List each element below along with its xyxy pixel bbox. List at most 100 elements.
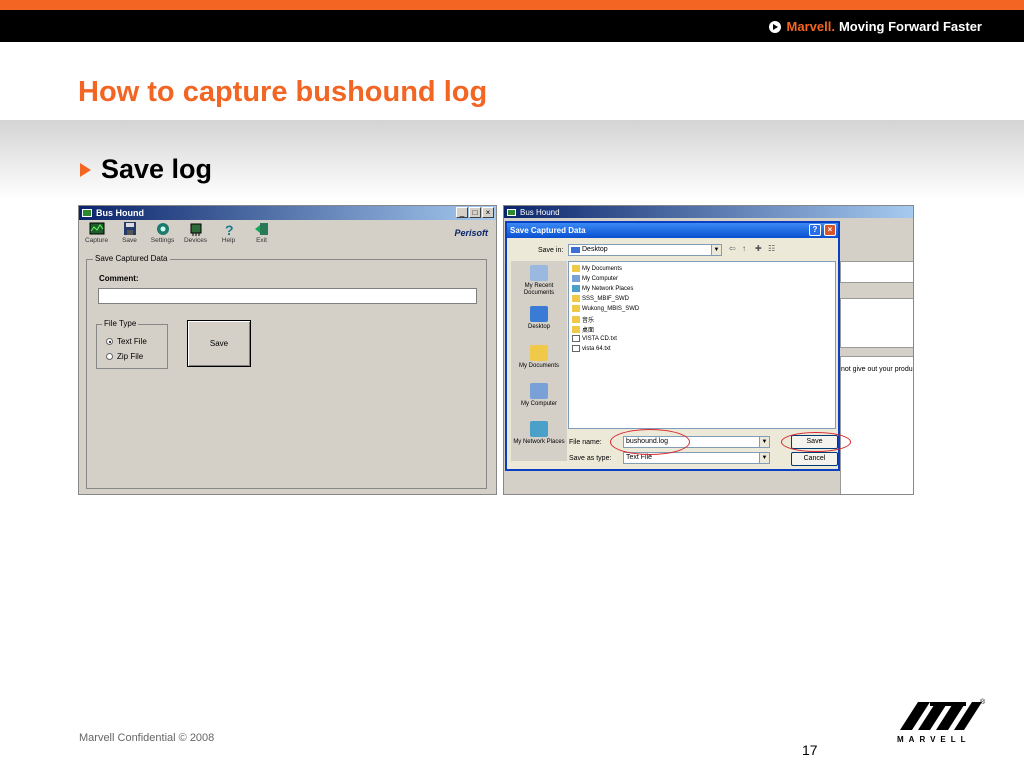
list-item[interactable]: My Computer [572, 275, 618, 282]
list-item[interactable]: 音乐 [572, 315, 594, 324]
place-desktop[interactable]: Desktop [511, 306, 567, 331]
place-recent-documents[interactable]: My Recent Documents [511, 265, 567, 297]
background-title: Bus Hound [520, 207, 560, 217]
close-button[interactable]: × [482, 207, 494, 218]
network-icon [572, 285, 580, 292]
recent-documents-icon [530, 265, 548, 281]
place-my-documents[interactable]: My Documents [511, 345, 567, 370]
save-as-type-value: Text File [626, 454, 653, 461]
save-captured-data-group: Save Captured Data Comment: File Type Te… [86, 254, 487, 489]
capture-icon [89, 222, 104, 235]
back-arrow-icon[interactable]: ⇦ [729, 244, 738, 253]
background-app-icon [507, 208, 516, 216]
save-dialog-screenshot: Bus Hound not give out your produ Save C… [503, 205, 914, 495]
up-folder-icon[interactable]: ↑ [742, 244, 751, 253]
dialog-cancel-button[interactable]: Cancel [791, 452, 838, 466]
toolbar-exit-button[interactable]: Exit [248, 222, 275, 244]
group-title: Save Captured Data [93, 254, 170, 263]
devices-chip-icon [190, 223, 201, 236]
bushound-app-icon [82, 209, 92, 217]
maximize-button[interactable]: □ [469, 207, 481, 218]
toolbar-exit-label: Exit [256, 237, 267, 244]
list-item[interactable]: SSS_MBIF_SWD [572, 295, 629, 302]
save-in-dropdown[interactable]: Desktop ▼ [568, 244, 722, 256]
toolbar-devices-button[interactable]: Devices [182, 222, 209, 244]
orange-top-stripe [0, 0, 1024, 10]
toolbar-help-button[interactable]: ? Help [215, 222, 242, 244]
list-item-label: 桌面 [582, 328, 595, 334]
my-computer-icon [530, 383, 548, 399]
file-list: My Documents My Computer My Network Plac… [568, 261, 836, 429]
list-item[interactable]: vista 64.txt [572, 345, 611, 352]
radio-text-file[interactable]: Text File [106, 337, 147, 346]
file-type-label: File Type [102, 319, 139, 328]
folder-icon [572, 326, 580, 333]
place-my-computer[interactable]: My Computer [511, 383, 567, 408]
page-number: 17 [802, 742, 818, 758]
dialog-close-button[interactable]: × [824, 224, 836, 236]
perisoft-logo: Perisoft [454, 228, 488, 238]
list-item[interactable]: 桌面 [572, 325, 594, 334]
dialog-title: Save Captured Data [510, 226, 586, 235]
comment-label: Comment: [99, 274, 139, 283]
exit-door-icon [254, 223, 268, 235]
header-tagline-text: Moving Forward Faster [838, 19, 982, 34]
chevron-down-icon: ▼ [759, 453, 769, 463]
bushound-title-bar: Bus Hound [79, 206, 496, 220]
marvell-wordmark: MARVELL [897, 735, 971, 744]
view-menu-icon[interactable]: ☷ [768, 244, 777, 253]
minimize-button[interactable]: _ [456, 207, 468, 218]
play-circle-icon [768, 20, 781, 33]
list-item[interactable]: Wukong_MBIS_SWD [572, 305, 639, 312]
place-recent-label: My Recent Documents [523, 283, 555, 296]
toolbar-capture-label: Capture [84, 237, 109, 244]
toolbar-settings-button[interactable]: Settings [149, 222, 176, 244]
new-folder-icon[interactable]: ✚ [755, 244, 764, 253]
toolbar-save-button[interactable]: Save [116, 222, 143, 244]
help-question-icon: ? [225, 222, 234, 236]
list-item[interactable]: My Network Places [572, 285, 633, 292]
toolbar-capture-button[interactable]: Capture [83, 222, 110, 244]
list-item[interactable]: My Documents [572, 265, 622, 272]
bullet-item: Save log [80, 154, 212, 185]
my-documents-icon [530, 345, 548, 361]
file-name-label: File name: [569, 439, 602, 446]
computer-icon [572, 275, 580, 282]
place-network-places[interactable]: My Network Places [511, 421, 567, 446]
place-network-label: My Network Places [513, 439, 565, 445]
comment-input[interactable] [98, 288, 477, 304]
background-title-bar: Bus Hound [504, 206, 913, 218]
bushound-window: Bus Hound _ □ × Capture Save Settings De… [78, 205, 497, 495]
header-tagline: Marvell. Moving Forward Faster [768, 19, 982, 34]
network-places-icon [530, 421, 548, 437]
toolbar-save-label: Save [122, 237, 137, 244]
dialog-help-button[interactable]: ? [809, 224, 821, 236]
toolbar-help-label: Help [221, 237, 236, 244]
background-clipped-text: not give out your produ [841, 366, 913, 373]
save-in-label: Save in: [538, 247, 564, 254]
radio-zip-file[interactable]: Zip File [106, 352, 143, 361]
radio-text-file-label: Text File [117, 337, 147, 346]
radio-zip-file-label: Zip File [117, 352, 144, 361]
place-my-documents-label: My Documents [518, 363, 559, 369]
list-item[interactable]: VISTA CD.txt [572, 335, 617, 342]
file-type-group: File Type Text File Zip File [96, 319, 168, 369]
list-item-label: vista 64.txt [582, 345, 611, 352]
list-item-label: SSS_MBIF_SWD [582, 295, 630, 302]
list-item-label: My Network Places [582, 285, 634, 292]
radio-selected-icon [106, 338, 113, 345]
dialog-title-bar: Save Captured Data ? × [507, 223, 838, 238]
svg-text:?: ? [225, 222, 234, 236]
save-captured-data-dialog: Save Captured Data ? × Save in: Desktop … [505, 221, 851, 471]
slide-title: How to capture bushound log [78, 76, 488, 108]
save-as-type-label: Save as type: [569, 455, 612, 462]
list-item-label: Wukong_MBIS_SWD [582, 305, 640, 312]
chevron-down-icon: ▼ [759, 437, 769, 447]
filename-highlight-ellipse [610, 429, 690, 455]
toolbar-settings-label: Settings [150, 237, 175, 244]
header-brand: Marvell. [786, 19, 835, 34]
list-item-label: My Documents [582, 265, 623, 272]
bushound-save-button[interactable]: Save [187, 320, 251, 367]
footer-confidential: Marvell Confidential © 2008 [79, 732, 215, 744]
settings-gear-icon [156, 223, 169, 235]
